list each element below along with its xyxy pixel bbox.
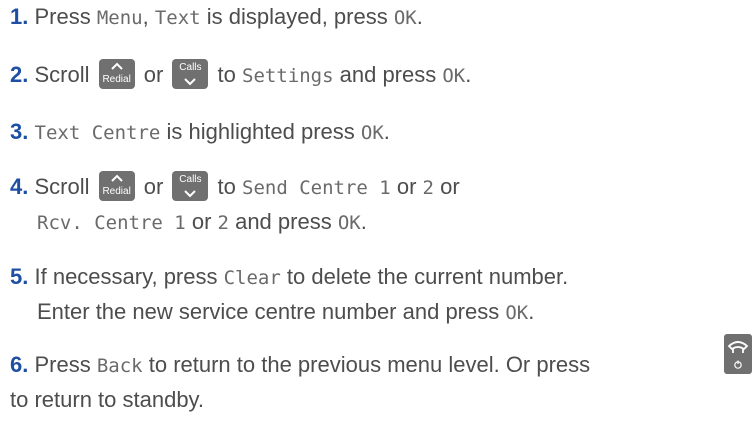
screen-text: Rcv. Centre 1	[37, 212, 186, 234]
key-name-ok: OK	[337, 212, 361, 234]
step-4-line-2: Rcv. Centre 1 or 2 and press OK.	[37, 209, 367, 234]
key-name-clear: Clear	[223, 267, 281, 289]
step-5-line-2: Enter the new service centre number and …	[37, 299, 535, 324]
redial-up-key-icon: Redial	[98, 171, 135, 202]
step-5: 5. If necessary, press Clear to delete t…	[10, 260, 568, 330]
step-text: Press	[34, 4, 97, 29]
redial-up-key-icon: Redial	[98, 59, 135, 90]
step-6-line-2: to return to standby.	[10, 387, 205, 412]
end-call-power-key-icon	[724, 334, 752, 374]
screen-text: Text Centre	[34, 122, 161, 144]
step-2: 2. Scroll Redial or Calls to Settings an…	[10, 58, 471, 93]
calls-down-key-icon: Calls	[172, 171, 209, 202]
calls-down-key-icon: Calls	[172, 59, 209, 90]
key-name-ok: OK	[360, 122, 384, 144]
key-name-ok: OK	[442, 65, 466, 87]
step-number: 3	[10, 119, 23, 144]
key-name-back: Back	[96, 355, 143, 377]
step-number: 2	[10, 62, 23, 87]
step-number: 4	[10, 174, 23, 199]
step-4: 4. Scroll Redial or Calls to Send Centre…	[10, 170, 460, 240]
key-name-ok: OK	[393, 7, 417, 29]
step-3: 3. Text Centre is highlighted press OK.	[10, 119, 390, 144]
step-number: 5	[10, 264, 23, 289]
step-1: 1. Press Menu, Text is displayed, press …	[10, 4, 423, 29]
screen-text: Send Centre 1	[242, 177, 391, 199]
screen-text: Settings	[242, 65, 334, 87]
screen-text: Text	[154, 7, 201, 29]
key-name-menu: Menu	[96, 7, 143, 29]
step-6: 6. Press Back to return to the previous …	[10, 348, 590, 417]
step-number: 6	[10, 352, 23, 377]
key-name-ok: OK	[505, 302, 529, 324]
step-number: 1	[10, 4, 23, 29]
